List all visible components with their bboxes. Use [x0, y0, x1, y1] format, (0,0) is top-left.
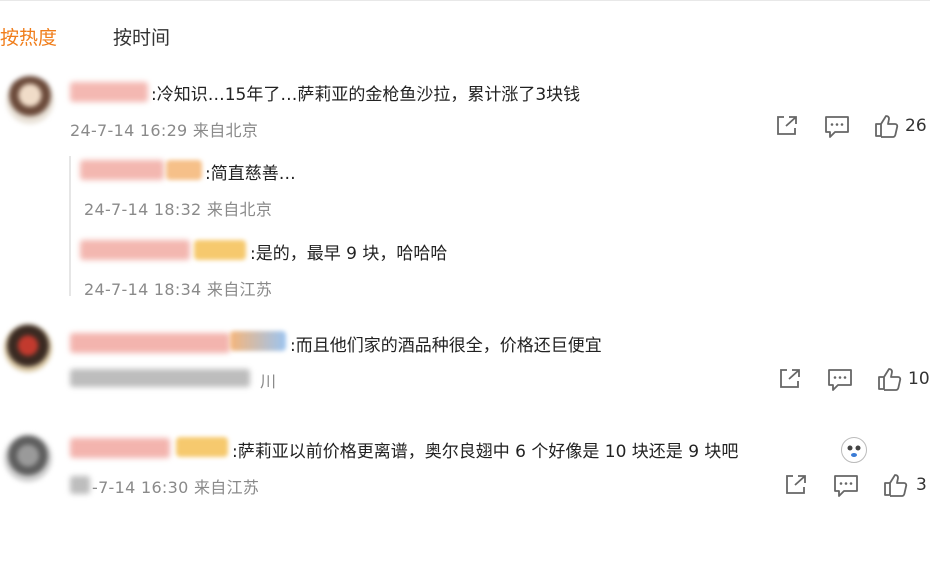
- username-blurred[interactable]: [70, 82, 148, 102]
- reply-text: :是的，最早 9 块，哈哈哈: [250, 244, 448, 264]
- comment-meta-blurred: [70, 476, 90, 494]
- reply-username-blurred[interactable]: [80, 240, 190, 260]
- tab-hot[interactable]: 按热度: [0, 23, 57, 50]
- comment-meta-blurred: [70, 369, 250, 387]
- avatar[interactable]: [4, 434, 52, 482]
- badge-blurred: [230, 331, 286, 351]
- like-icon[interactable]: [873, 113, 899, 143]
- reply-text: :简直慈善…: [205, 164, 296, 184]
- username-blurred[interactable]: [70, 333, 230, 353]
- comment-text: :萨莉亚以前价格更离谱，奥尔良翅中 6 个好像是 10 块还是 9 块吧: [232, 442, 739, 462]
- like-icon[interactable]: [876, 366, 902, 396]
- username-blurred[interactable]: [70, 438, 170, 458]
- comment-meta: -7-14 16:30 来自江苏: [92, 478, 260, 497]
- reply-badge-blurred: [166, 160, 202, 180]
- like-count: 3: [916, 475, 927, 495]
- tab-time[interactable]: 按时间: [113, 23, 170, 50]
- comment-meta-visible: 川: [260, 372, 277, 391]
- reply-username-blurred[interactable]: [80, 160, 164, 180]
- reply-meta: 24-7-14 18:32 来自北京: [84, 200, 273, 219]
- comment-icon[interactable]: [823, 114, 851, 144]
- top-divider: [0, 0, 930, 1]
- share-icon[interactable]: [783, 473, 809, 501]
- avatar[interactable]: [6, 76, 54, 124]
- comment-icon[interactable]: [826, 367, 854, 397]
- comment-text: :而且他们家的酒品种很全，价格还巨便宜: [290, 336, 602, 356]
- comment-text: :冷知识…15年了…萨莉亚的金枪鱼沙拉，累计涨了3块钱: [151, 85, 581, 105]
- reply-badge-blurred: [194, 240, 246, 260]
- reply-meta: 24-7-14 18:34 来自江苏: [84, 280, 273, 299]
- comment-icon[interactable]: [832, 473, 860, 503]
- like-icon[interactable]: [882, 472, 908, 502]
- share-icon[interactable]: [774, 114, 800, 142]
- emoji-icon: [841, 437, 867, 463]
- like-count: 10: [908, 369, 930, 389]
- badge-blurred: [176, 437, 228, 457]
- like-count: 26: [905, 116, 927, 136]
- avatar[interactable]: [4, 324, 52, 372]
- reply-thread-line: [69, 156, 71, 296]
- share-icon[interactable]: [777, 367, 803, 395]
- comment-meta: 24-7-14 16:29 来自北京: [70, 121, 259, 140]
